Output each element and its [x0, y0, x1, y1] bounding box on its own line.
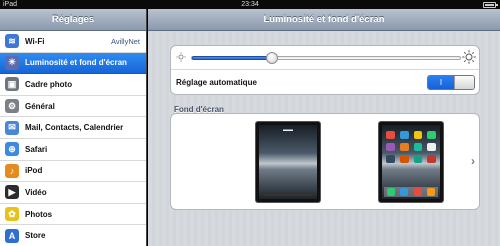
app-icon — [399, 131, 409, 139]
auto-brightness-switch[interactable]: I — [427, 75, 475, 90]
app-icon — [427, 143, 436, 151]
battery-icon — [483, 2, 498, 8]
brightness-slider[interactable] — [191, 52, 461, 64]
auto-brightness-row: Réglage automatique I — [171, 71, 479, 95]
wallpaper-picker[interactable]: ▬▬ › — [170, 113, 480, 210]
detail-pane: Luminosité et fond d'écran Réglage autom… — [148, 9, 500, 246]
sidebar-item-label: Mail, Contacts, Calendrier — [25, 123, 124, 133]
brightness-slider-thumb[interactable] — [266, 52, 279, 64]
dock-app-icon — [400, 188, 409, 196]
chevron-right-icon[interactable]: › — [471, 154, 475, 168]
home-screen-preview[interactable] — [378, 121, 444, 203]
dock-app-icon — [386, 188, 395, 196]
lock-screen-preview[interactable]: ▬▬ — [255, 121, 321, 203]
sidebar-item[interactable]: ⊕ Safari — [0, 139, 146, 161]
sidebar-item-value: AvillyNet — [110, 36, 140, 46]
wifi-icon: ≋ — [5, 34, 19, 49]
app-icon — [413, 155, 423, 163]
sidebar-item[interactable]: ≋ Wi-Fi AvillyNet — [0, 31, 146, 53]
video-icon: ▶ — [5, 185, 19, 200]
auto-brightness-label: Réglage automatique — [176, 78, 257, 87]
app-icon — [386, 143, 395, 151]
dock-app-icon — [427, 188, 436, 196]
home-dock — [384, 187, 438, 197]
sidebar-item[interactable]: ♪ iPod — [0, 161, 146, 183]
unlock-slider — [263, 192, 313, 196]
sidebar-item-label: Photos — [25, 209, 53, 219]
app-icon — [413, 131, 423, 139]
sidebar-title: Réglages — [0, 9, 146, 31]
sidebar-item[interactable]: ☀ Luminosité et fond d'écran — [0, 52, 146, 75]
sidebar-item[interactable]: ✿ Photos — [0, 204, 146, 226]
sidebar-list: ≋ Wi-Fi AvillyNet ☀ Luminosité et fond d'écr… — [0, 31, 146, 246]
sidebar-item[interactable]: ✉ Mail, Contacts, Calendrier — [0, 117, 146, 139]
sidebar-item[interactable]: ▶ Vidéo — [0, 182, 146, 204]
settings-sidebar: Réglages ≋ Wi-Fi AvillyNet ☀ Luminosité et f… — [0, 9, 147, 246]
app-icon — [399, 155, 409, 163]
gear-icon: ⚙ — [5, 99, 19, 114]
sidebar-item-label: Général — [25, 101, 55, 111]
sidebar-item-label: Luminosité et fond d'écran — [25, 58, 127, 68]
switch-knob — [454, 76, 474, 89]
app-icon-grid — [386, 131, 436, 163]
brightness-group: Réglage automatique I — [170, 45, 480, 95]
sidebar-item-label: Safari — [25, 144, 48, 154]
brightness-slider-fill — [192, 56, 273, 60]
sidebar-item[interactable]: ⚙ Général — [0, 96, 146, 118]
page-title: Luminosité et fond d'écran — [148, 9, 500, 31]
sidebar-item[interactable]: A Store — [0, 225, 146, 246]
app-icon — [427, 131, 436, 139]
app-icon — [427, 155, 436, 163]
lock-screen-wallpaper: ▬▬ — [259, 125, 317, 199]
photo-frame-icon: ▣ — [5, 77, 19, 92]
app-icon — [399, 143, 409, 151]
brightness-icon: ☀ — [5, 55, 19, 70]
safari-icon: ⊕ — [5, 142, 19, 157]
sun-small-icon — [176, 52, 186, 62]
store-icon: A — [5, 228, 19, 243]
ipod-icon: ♪ — [5, 163, 19, 178]
sidebar-item-label: iPod — [25, 166, 43, 176]
home-screen-wallpaper — [382, 125, 440, 199]
app-icon — [386, 155, 395, 163]
app-icon — [386, 131, 395, 139]
mail-icon: ✉ — [5, 120, 19, 135]
sidebar-item-label: Cadre photo — [25, 79, 73, 89]
photos-icon: ✿ — [5, 207, 19, 222]
clock-time: 23:34 — [241, 1, 259, 8]
dock-app-icon — [413, 188, 422, 196]
sidebar-item[interactable]: ▣ Cadre photo — [0, 74, 146, 96]
app-icon — [413, 143, 423, 151]
sun-large-icon — [462, 50, 476, 64]
switch-on-label: I — [428, 76, 454, 89]
status-bar: iPad 23:34 — [0, 0, 500, 9]
sidebar-item-label: Vidéo — [25, 187, 47, 197]
lock-screen-clock: ▬▬ — [283, 127, 293, 133]
sidebar-item-label: Store — [25, 231, 46, 241]
brightness-row — [171, 46, 479, 70]
